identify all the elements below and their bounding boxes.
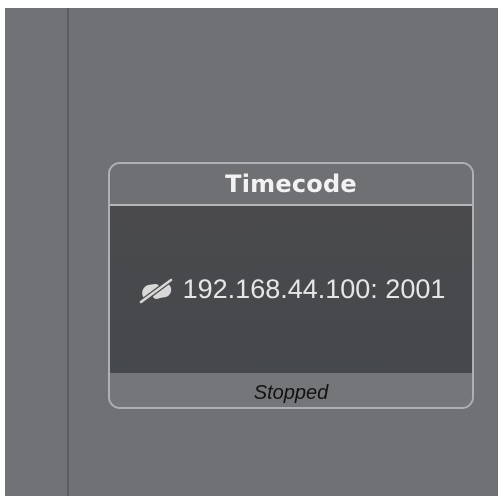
node-status: Stopped <box>110 373 472 407</box>
panel-divider[interactable] <box>67 8 69 496</box>
timecode-node[interactable]: Timecode 192.168.44.100: 2001 Stopped <box>108 162 474 409</box>
node-address: 192.168.44.100: 2001 <box>182 274 446 304</box>
left-panel <box>5 8 67 496</box>
workspace-canvas[interactable]: Timecode 192.168.44.100: 2001 Stopped <box>5 8 498 496</box>
link-off-icon <box>137 276 177 305</box>
node-body: 192.168.44.100: 2001 <box>110 206 472 373</box>
node-title: Timecode <box>110 164 472 206</box>
